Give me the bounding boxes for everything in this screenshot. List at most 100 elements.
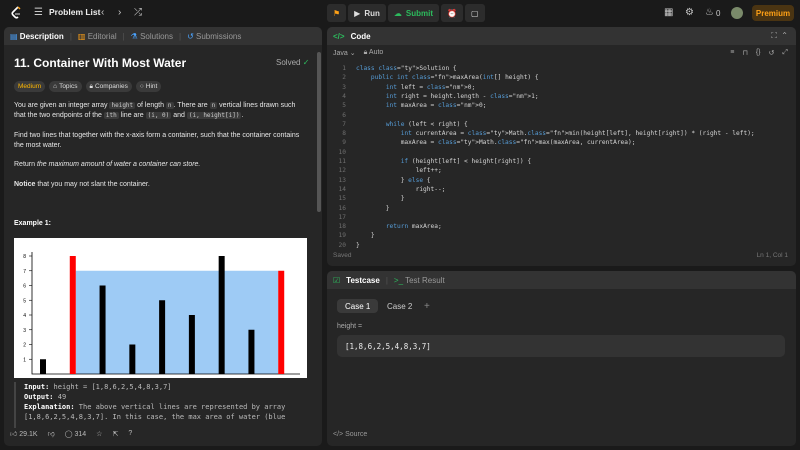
- saved-status: Saved: [333, 252, 352, 259]
- bar: [278, 270, 285, 374]
- star-icon: ☆: [96, 430, 103, 438]
- avatar[interactable]: [731, 7, 743, 19]
- expand-icon[interactable]: ⛶: [771, 31, 777, 40]
- line-number: 3: [342, 83, 346, 91]
- lightbulb-icon: ○: [139, 83, 144, 90]
- code-icon: </>: [333, 31, 345, 41]
- tab-submissions[interactable]: ↺ Submissions: [187, 32, 241, 41]
- line-number: 6: [342, 111, 346, 119]
- tag-icon: ⌂: [53, 83, 58, 90]
- cloud-upload-icon: ☁: [393, 8, 402, 18]
- case-1-tab[interactable]: Case 1: [337, 299, 379, 313]
- source-button[interactable]: </> Source: [333, 431, 367, 438]
- y-tick-label: 8: [23, 254, 26, 260]
- auto-mode[interactable]: 🔒︎ Auto: [364, 49, 384, 57]
- settings-gear-icon[interactable]: ⚙: [685, 7, 694, 19]
- cursor-position: Ln 1, Col 1: [756, 252, 788, 259]
- language-select[interactable]: Java ⌄: [333, 49, 356, 57]
- line-number: 13: [338, 176, 346, 184]
- alarm-icon: ⏰: [447, 8, 457, 18]
- run-button[interactable]: ▶ Run: [348, 4, 386, 22]
- list-icon[interactable]: ☰: [34, 7, 43, 19]
- comments-button[interactable]: ◯ 314: [65, 430, 86, 438]
- code-line: int left = class="nm">0;: [385, 83, 476, 91]
- input-label: height =: [337, 323, 363, 330]
- tab-solutions[interactable]: ⚗ Solutions: [131, 32, 173, 41]
- share-button[interactable]: ⇱: [112, 430, 118, 438]
- topics-tag[interactable]: ⌂ Topics: [49, 81, 82, 92]
- bar: [40, 359, 46, 374]
- code-line: }: [356, 241, 360, 249]
- bar: [188, 315, 195, 374]
- case-2-tab[interactable]: Case 2: [379, 299, 420, 313]
- tab-test-result[interactable]: >_ Test Result: [394, 276, 445, 285]
- testcase-tabs: ☑ Testcase | >_ Test Result: [327, 271, 796, 289]
- companies-tag[interactable]: 🔒︎ Companies: [85, 81, 132, 92]
- debug-button[interactable]: ⚑: [327, 4, 347, 22]
- line-number: 8: [342, 130, 346, 138]
- description-scrollbar[interactable]: [317, 52, 321, 212]
- description-tabs: ▤ Description | ▥ Editorial | ⚗ Solution…: [4, 27, 322, 45]
- line-number: 15: [338, 195, 346, 203]
- example-code-block: Input: height = [1,8,6,2,5,4,8,3,7] Outp…: [14, 382, 306, 428]
- y-tick-label: 1: [23, 357, 26, 363]
- layout-grid-icon[interactable]: ▦: [664, 7, 673, 19]
- y-tick-label: 7: [23, 269, 26, 275]
- tab-description[interactable]: ▤ Description: [10, 32, 64, 41]
- play-icon: ▶: [354, 8, 361, 18]
- bookmark-icon[interactable]: ⊓: [742, 49, 747, 57]
- thumbs-up-icon: 👍︎: [10, 431, 18, 438]
- braces-icon[interactable]: {}: [756, 49, 761, 57]
- line-number: 12: [338, 167, 346, 175]
- description-paragraph-3: Return the maximum amount of water a con…: [14, 161, 201, 168]
- solved-status: Solved ✓: [276, 58, 310, 67]
- testcase-panel: ☑ Testcase | >_ Test Result: [327, 271, 796, 446]
- reset-icon[interactable]: ↺: [769, 49, 775, 57]
- line-number: 10: [338, 148, 346, 156]
- difficulty-badge: Medium: [14, 81, 46, 92]
- code-line: left++;: [356, 167, 442, 175]
- description-paragraph-1: You are given an integer array height of…: [14, 102, 296, 119]
- help-button[interactable]: ?: [128, 430, 132, 437]
- chevron-right-icon[interactable]: ›: [118, 7, 121, 19]
- fire-icon[interactable]: ♨: [705, 7, 714, 19]
- timer-button[interactable]: ⏰: [441, 4, 463, 22]
- note-icon: ▢: [470, 8, 479, 18]
- line-number: 14: [338, 185, 346, 193]
- water-area: [75, 270, 279, 374]
- chevron-left-icon[interactable]: ‹: [101, 7, 104, 19]
- code-editor[interactable]: 1 class class="ty">Solution {2 public int…: [330, 64, 790, 249]
- check-circle-icon: ✓: [302, 58, 310, 67]
- premium-button[interactable]: Premium: [752, 5, 794, 21]
- check-square-icon: ☑: [333, 275, 341, 285]
- favorite-button[interactable]: ☆: [96, 430, 102, 438]
- tab-testcase[interactable]: Testcase: [346, 276, 380, 285]
- notes-button[interactable]: ▢: [464, 4, 485, 22]
- testcase-input[interactable]: [1,8,6,2,5,4,8,3,7]: [337, 335, 785, 357]
- bug-icon: ⚑: [333, 8, 341, 18]
- submit-button[interactable]: ☁ Submit: [387, 4, 439, 22]
- like-button[interactable]: 👍︎ 29.1K: [10, 429, 38, 438]
- problem-title[interactable]: 11. Container With Most Water: [14, 56, 186, 70]
- hint-tag[interactable]: ○ Hint: [135, 81, 162, 92]
- problem-tags: Medium ⌂ Topics 🔒︎ Companies ○ Hint: [14, 81, 162, 92]
- problem-list-link[interactable]: Problem List: [49, 7, 100, 17]
- line-number: 19: [338, 232, 346, 240]
- minimize-icon[interactable]: ⌃: [781, 31, 788, 40]
- code-tab[interactable]: Code: [351, 32, 371, 41]
- book-icon: ▥: [77, 31, 86, 41]
- code-line: }: [356, 195, 405, 203]
- thumbs-down-icon: 👎︎: [47, 431, 55, 438]
- line-number: 4: [342, 92, 346, 100]
- line-number: 11: [338, 158, 346, 165]
- format-icon[interactable]: ≡: [730, 49, 734, 57]
- share-icon: ⇱: [112, 430, 119, 438]
- code-line: int right = height.length - class="nm">1…: [385, 92, 539, 100]
- add-case-button[interactable]: +: [416, 299, 438, 313]
- dislike-button[interactable]: 👎︎: [48, 429, 55, 438]
- fullscreen-icon[interactable]: ⤢: [782, 49, 788, 57]
- leetcode-logo-icon[interactable]: [10, 6, 22, 20]
- terminal-icon: >_: [393, 275, 404, 285]
- shuffle-icon[interactable]: ⤮: [134, 7, 142, 19]
- tab-editorial[interactable]: ▥ Editorial: [78, 32, 117, 41]
